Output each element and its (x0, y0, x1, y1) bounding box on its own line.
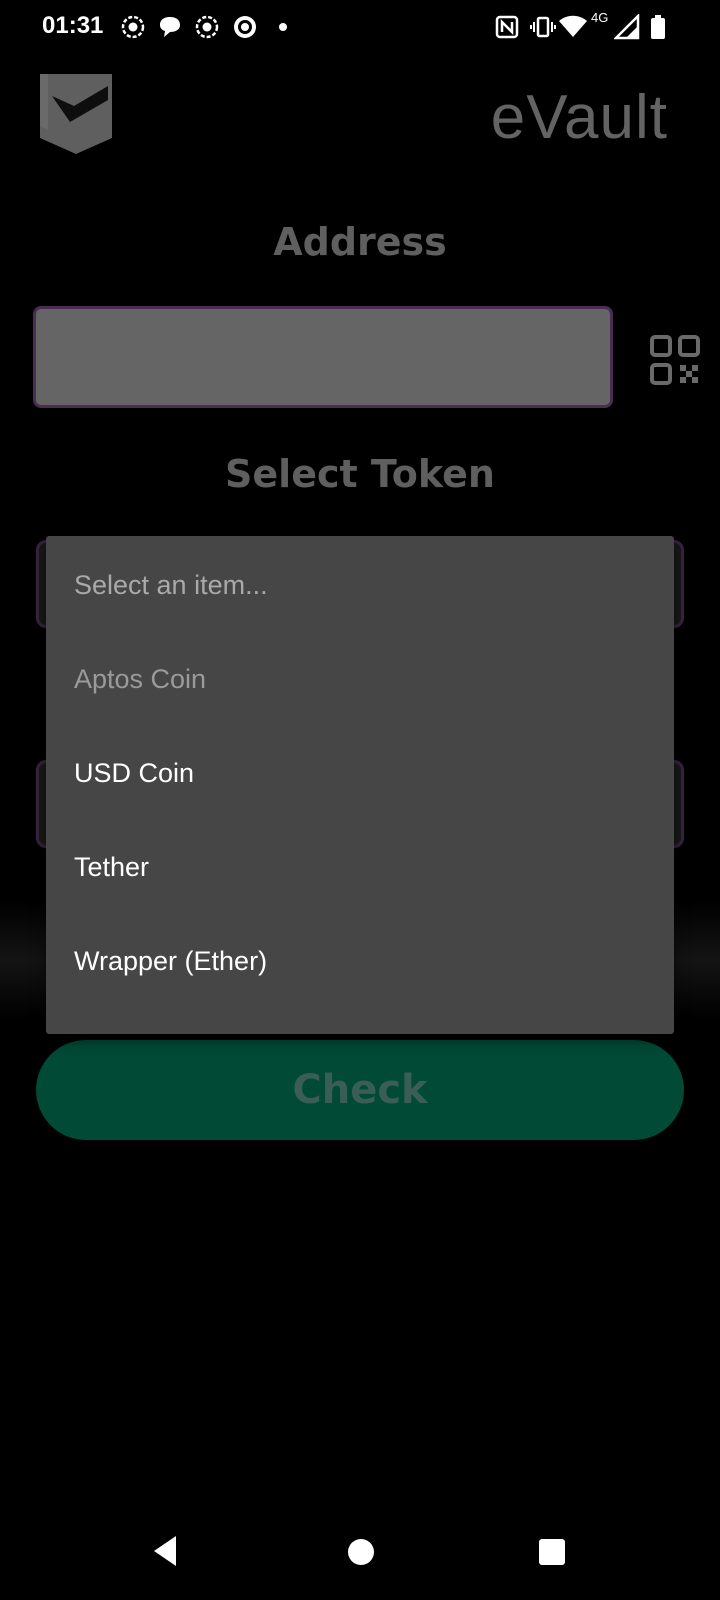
dropdown-item-wrapper-ether[interactable]: Wrapper (Ether) (46, 914, 674, 1008)
recents-icon[interactable] (539, 1539, 565, 1565)
status-time: 01:31 (42, 12, 104, 39)
nfc-icon (495, 15, 519, 39)
dropdown-item-tether[interactable]: Tether (46, 820, 674, 914)
network-type-label: 4G (591, 10, 609, 25)
address-title: Address (273, 220, 447, 264)
record-icon (121, 15, 145, 39)
check-button[interactable]: Check (36, 1040, 684, 1140)
vibrate-icon (530, 16, 556, 38)
brand-title: eVault (490, 83, 668, 152)
navigation-bar (0, 1512, 720, 1600)
shield-logo-icon (40, 74, 112, 154)
dropdown-item-placeholder[interactable]: Select an item... (46, 538, 674, 632)
target-icon (234, 16, 256, 38)
select-token-title: Select Token (225, 452, 495, 496)
wifi-icon (559, 15, 587, 37)
dropdown-item-usd-coin[interactable]: USD Coin (46, 726, 674, 820)
token-dropdown-menu: Select an item... Aptos Coin USD Coin Te… (46, 536, 674, 1034)
status-bar: 01:31 4G (0, 0, 720, 56)
signal-icon (614, 14, 640, 40)
address-input[interactable] (33, 306, 613, 408)
battery-icon (651, 15, 665, 39)
back-icon[interactable] (150, 1534, 180, 1568)
record-icon (195, 15, 219, 39)
dot-icon (279, 23, 287, 31)
chat-bubble-icon (160, 17, 180, 37)
qr-code-icon[interactable] (650, 335, 700, 385)
dropdown-item-aptos-coin[interactable]: Aptos Coin (46, 632, 674, 726)
home-icon[interactable] (348, 1539, 374, 1565)
